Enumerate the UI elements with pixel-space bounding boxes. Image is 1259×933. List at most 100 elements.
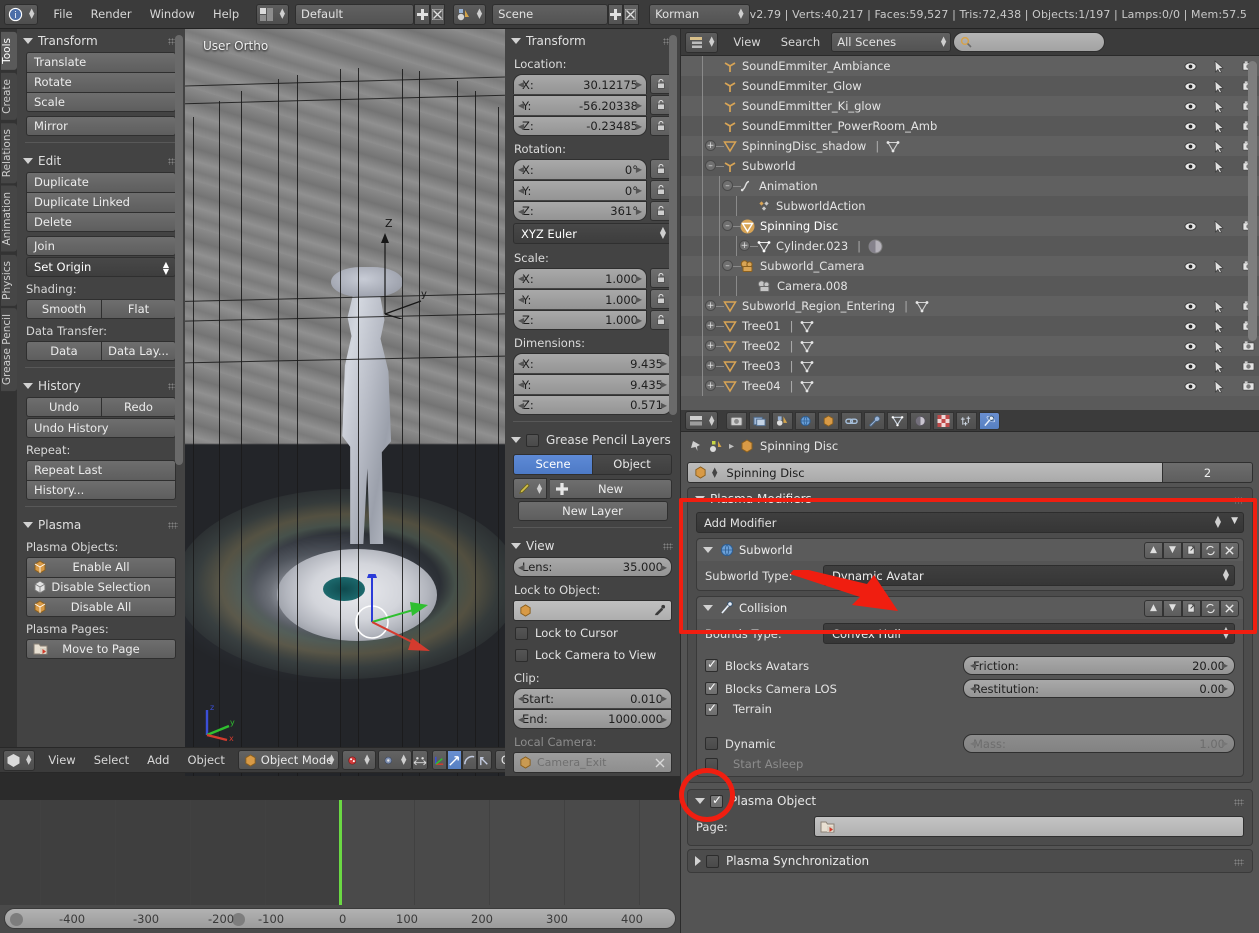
scrollbar-handle-left[interactable] (10, 913, 23, 926)
lock-to-object-field[interactable] (513, 600, 672, 621)
timeline-scrollbar[interactable]: -400 -300 -200 -100 0 100 200 300 400 (4, 908, 676, 929)
outliner-row[interactable]: – Animation (681, 176, 1259, 196)
undo-history-button[interactable]: Undo History (26, 418, 176, 438)
sidebar-item-tools[interactable]: Tools (1, 32, 17, 70)
panel-header-transform[interactable]: Transform (17, 29, 185, 52)
outliner-tree[interactable]: SoundEmmiter_Ambiance SoundEmmiter_Glow So… (681, 56, 1259, 410)
panel-header-plasma[interactable]: Plasma (17, 513, 185, 536)
outliner-expander[interactable]: – (722, 260, 733, 271)
plasma-sync-checkbox[interactable] (706, 854, 719, 868)
camera-icon[interactable] (1242, 340, 1255, 352)
eye-icon[interactable] (1184, 141, 1197, 152)
location-x-field[interactable]: ◀ X: 30.12175 ▶ (513, 74, 647, 94)
scale-y-field[interactable]: ◀ Y: 1.000 ▶ (513, 289, 647, 309)
scene-select[interactable]: Scene (492, 3, 608, 25)
move-down-icon[interactable]: ▼ (1163, 599, 1182, 617)
sidebar-item-relations[interactable]: Relations (1, 122, 17, 183)
outliner-row-extra-icon[interactable]: | (790, 359, 815, 373)
outliner-row[interactable]: SoundEmmiter_Glow (681, 76, 1259, 96)
add-scene-button[interactable] (607, 3, 624, 25)
dynamic-checkbox[interactable] (705, 737, 718, 750)
timeline-playhead[interactable] (339, 800, 342, 905)
outliner-menu-search[interactable]: Search (772, 32, 830, 53)
outliner-row[interactable]: + Tree01 | (681, 316, 1259, 336)
tab-particles[interactable] (956, 411, 978, 430)
outliner-row[interactable]: SoundEmmitter_PowerRoom_Amb (681, 116, 1259, 136)
eye-icon[interactable] (1184, 161, 1197, 172)
outliner-row[interactable]: + SpinningDisc_shadow | (681, 136, 1259, 156)
search-input[interactable] (953, 32, 1106, 52)
lock-to-cursor-checkbox[interactable] (515, 626, 528, 640)
scale-x-field[interactable]: ◀ X: 1.000 ▶ (513, 268, 647, 288)
rotation-y-field[interactable]: ◀ Y: 0° ▶ (513, 180, 647, 200)
eyedropper-icon[interactable] (653, 604, 666, 617)
blender-logo-menu[interactable]: i ▲ ▼ (4, 3, 39, 25)
apply-icon[interactable] (1182, 541, 1201, 559)
outliner-row[interactable]: + Tree04 | (681, 376, 1259, 396)
rotate-manipulator-toggle[interactable] (462, 750, 478, 770)
new-layer-button[interactable]: New Layer (517, 501, 668, 521)
tab-modifiers[interactable] (864, 411, 886, 430)
tab-render-layers[interactable] (749, 411, 771, 430)
outliner-scope-select[interactable]: All Scenes ▲ ▼ (831, 32, 952, 52)
eye-icon[interactable] (1184, 301, 1197, 312)
rotate-button[interactable]: Rotate (26, 72, 176, 92)
outliner-row[interactable]: + Cylinder.023 | (681, 236, 1259, 256)
location-y-field[interactable]: ◀ Y: -56.20338 ▶ (513, 95, 647, 115)
scale-manipulator-toggle[interactable] (477, 750, 493, 770)
tab-data[interactable] (887, 411, 909, 430)
cursor-arrow-icon[interactable] (1214, 159, 1225, 173)
tab-constraints[interactable] (841, 411, 863, 430)
cursor-arrow-icon[interactable] (1214, 99, 1225, 113)
3d-viewport[interactable]: Z y X User Ortho (2) Spinning Disc z y x (185, 29, 505, 776)
cursor-arrow-icon[interactable] (1214, 379, 1225, 393)
lock-camera-to-view-checkbox[interactable] (515, 648, 528, 662)
sidebar-item-grease-pencil[interactable]: Grease Pencil (1, 308, 17, 392)
outliner-row[interactable]: SubworldAction (681, 196, 1259, 216)
terrain-row[interactable]: Terrain (697, 700, 1243, 718)
cursor-arrow-icon[interactable] (1214, 359, 1225, 373)
tab-object[interactable] (818, 411, 840, 430)
tab-texture[interactable] (933, 411, 955, 430)
tab-object[interactable]: Object (593, 454, 672, 475)
outliner-expander[interactable]: + (705, 140, 716, 151)
viewport-menu-view[interactable]: View (39, 750, 84, 771)
tab-render[interactable] (726, 411, 748, 430)
history-dialog-button[interactable]: History... (26, 480, 176, 500)
panel-header-plasma-object[interactable]: Plasma Object (688, 790, 1252, 812)
clip-end-field[interactable]: ◀ End: 1000.000 ▶ (513, 709, 672, 729)
toolshelf-scrollbar[interactable] (175, 35, 183, 465)
camera-icon[interactable] (1242, 360, 1255, 372)
delete-x-icon[interactable] (1220, 541, 1239, 559)
eye-icon[interactable] (1184, 61, 1197, 72)
duplicate-button[interactable]: Duplicate (26, 172, 176, 192)
cursor-arrow-icon[interactable] (1214, 259, 1225, 273)
scene-small-icon[interactable] (709, 439, 723, 453)
panel-header-grease-pencil[interactable]: Grease Pencil Layers (505, 428, 680, 451)
outliner-row[interactable]: – Subworld_Camera (681, 256, 1259, 276)
timeline-editor[interactable]: -400 -300 -200 -100 0 100 200 300 400 (0, 800, 680, 933)
page-field[interactable] (814, 816, 1244, 837)
sidebar-item-physics[interactable]: Physics (1, 254, 17, 306)
outliner-row[interactable]: + Tree02 | (681, 336, 1259, 356)
panel-header-view[interactable]: View (505, 534, 680, 557)
delete-scene-button[interactable] (623, 3, 639, 25)
subworld-type-select[interactable]: Dynamic Avatar ▲ ▼ (823, 565, 1235, 586)
panel-header-plasma-modifiers[interactable]: Plasma Modifiers (688, 488, 1252, 510)
undo-button[interactable]: Undo (26, 397, 101, 417)
object-users-count[interactable]: 2 (1163, 462, 1253, 483)
cursor-arrow-icon[interactable] (1214, 79, 1225, 93)
panel-header-history[interactable]: History (17, 374, 185, 397)
cursor-arrow-icon[interactable] (1214, 59, 1225, 73)
mirror-button[interactable]: Mirror (26, 116, 176, 136)
disable-all-button[interactable]: Disable All (26, 597, 176, 617)
outliner-expander[interactable]: + (739, 240, 750, 251)
modifier-collision-header[interactable]: Collision ▲ ▼ (697, 597, 1243, 619)
outliner-expander[interactable]: + (705, 300, 716, 311)
panel-header-edit[interactable]: Edit (17, 149, 185, 172)
viewport-menu-object[interactable]: Object (178, 750, 233, 771)
bounds-type-select[interactable]: Convex Hull ▲ ▼ (823, 623, 1235, 644)
outliner-expander[interactable]: – (722, 180, 733, 191)
outliner-row[interactable]: SoundEmmiter_Ambiance (681, 56, 1259, 76)
outliner-expander[interactable]: – (722, 220, 733, 231)
